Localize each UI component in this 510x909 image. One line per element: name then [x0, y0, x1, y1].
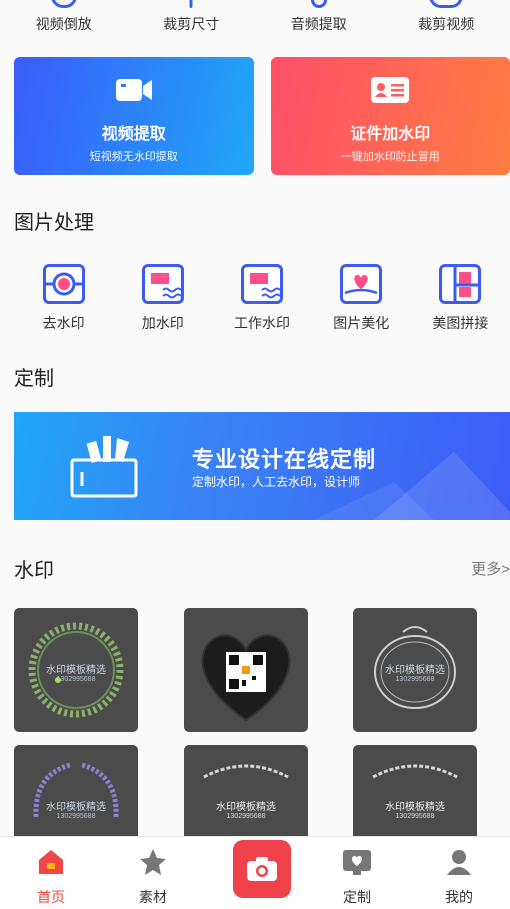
- watermark-text: 水印模板精选: [46, 802, 106, 813]
- tool-add-watermark[interactable]: 加水印: [113, 264, 212, 333]
- remove-watermark-icon: [42, 264, 85, 304]
- watermark-phone: 1302995688: [56, 813, 96, 820]
- work-watermark-icon: [241, 264, 283, 304]
- nav-label: 首页: [37, 889, 65, 905]
- qr-heart-graphic: [201, 634, 291, 722]
- tool-audio-extract[interactable]: 音频提取: [255, 0, 383, 40]
- section-title-image-processing: 图片处理: [14, 212, 94, 234]
- id-watermark-card[interactable]: 证件加水印 一键加水印防止冒用: [270, 57, 510, 175]
- tool-beautify[interactable]: 图片美化: [312, 264, 411, 333]
- reverse-icon: [50, 0, 77, 8]
- tool-label: 加水印: [141, 315, 184, 331]
- watermark-template[interactable]: [184, 608, 308, 732]
- section-title-custom: 定制: [14, 368, 54, 390]
- watermark-phone: 1302995688: [226, 813, 266, 820]
- banner-title: 专业设计在线定制: [192, 447, 377, 472]
- watermark-text: 水印模板精选: [46, 665, 106, 676]
- home-icon: [39, 850, 63, 874]
- image-tools-row: 去水印 加水印 工作水印 图片美化 美图拼接: [0, 264, 510, 333]
- nav-home[interactable]: 首页: [0, 837, 102, 909]
- star-icon: [140, 849, 166, 875]
- watermark-template[interactable]: 水印模板精选 1302995688: [14, 608, 138, 732]
- top-tool-row: 视频倒放 裁剪尺寸 音频提取 裁剪视频: [0, 0, 510, 40]
- monitor-heart-icon: [343, 850, 371, 875]
- card-subtitle: 短视频无水印提取: [89, 151, 178, 163]
- tool-label: 美图拼接: [432, 315, 489, 331]
- tool-crop-video[interactable]: 裁剪视频: [383, 0, 510, 40]
- tool-label: 视频倒放: [35, 16, 92, 32]
- audio-icon: [310, 0, 327, 8]
- id-card-icon: [371, 77, 410, 103]
- camera-icon: [247, 857, 277, 881]
- section-title-watermark: 水印: [14, 560, 54, 582]
- watermark-template[interactable]: 水印模板精选 1302995688: [353, 608, 477, 732]
- card-title: 证件加水印: [350, 126, 431, 143]
- watermark-text: 水印模板精选: [385, 802, 445, 813]
- resize-icon: [189, 0, 193, 8]
- tool-collage[interactable]: 美图拼接: [411, 264, 510, 333]
- beautify-icon: [340, 264, 383, 304]
- banner-subtitle: 定制水印，人工去水印，设计师: [192, 475, 361, 489]
- nav-label: 我的: [445, 889, 473, 905]
- tool-label: 裁剪尺寸: [163, 16, 220, 32]
- custom-design-banner[interactable]: 专业设计在线定制 定制水印，人工去水印，设计师: [14, 412, 510, 520]
- tool-label: 去水印: [42, 315, 85, 331]
- tool-label: 工作水印: [234, 315, 290, 331]
- watermark-text: 水印模板精选: [385, 665, 445, 676]
- watermark-text: 水印模板精选: [216, 802, 276, 813]
- tool-remove-watermark[interactable]: 去水印: [14, 264, 113, 333]
- video-camera-icon: [115, 79, 152, 101]
- collage-icon: [439, 264, 482, 304]
- design-tools-icon: [70, 436, 138, 498]
- nav-custom[interactable]: 定制: [306, 837, 408, 909]
- tool-label: 图片美化: [333, 315, 390, 331]
- tool-video-reverse[interactable]: 视频倒放: [0, 0, 128, 40]
- camera-button[interactable]: [233, 840, 291, 898]
- nav-materials[interactable]: 素材: [102, 837, 204, 909]
- more-link[interactable]: 更多>: [471, 558, 510, 579]
- feature-cards: 视频提取 短视频无水印提取 证件加水印 一键加水印防止冒用: [14, 57, 510, 175]
- nav-label: 定制: [343, 889, 371, 905]
- tool-label: 音频提取: [290, 16, 347, 32]
- watermark-phone: 1302995688: [56, 676, 96, 683]
- nav-mine[interactable]: 我的: [408, 837, 510, 909]
- nav-label: 素材: [139, 889, 167, 905]
- watermark-phone: 1302995688: [395, 813, 435, 820]
- tool-label: 裁剪视频: [418, 16, 475, 32]
- tool-work-watermark[interactable]: 工作水印: [212, 264, 311, 333]
- scissors-icon: [429, 0, 464, 8]
- video-extract-card[interactable]: 视频提取 短视频无水印提取: [14, 57, 254, 175]
- tool-crop-size[interactable]: 裁剪尺寸: [128, 0, 256, 40]
- card-subtitle: 一键加水印防止冒用: [340, 151, 440, 163]
- user-icon: [447, 850, 471, 875]
- card-title: 视频提取: [101, 126, 166, 143]
- add-watermark-icon: [141, 264, 184, 304]
- watermark-phone: 1302995688: [395, 676, 435, 683]
